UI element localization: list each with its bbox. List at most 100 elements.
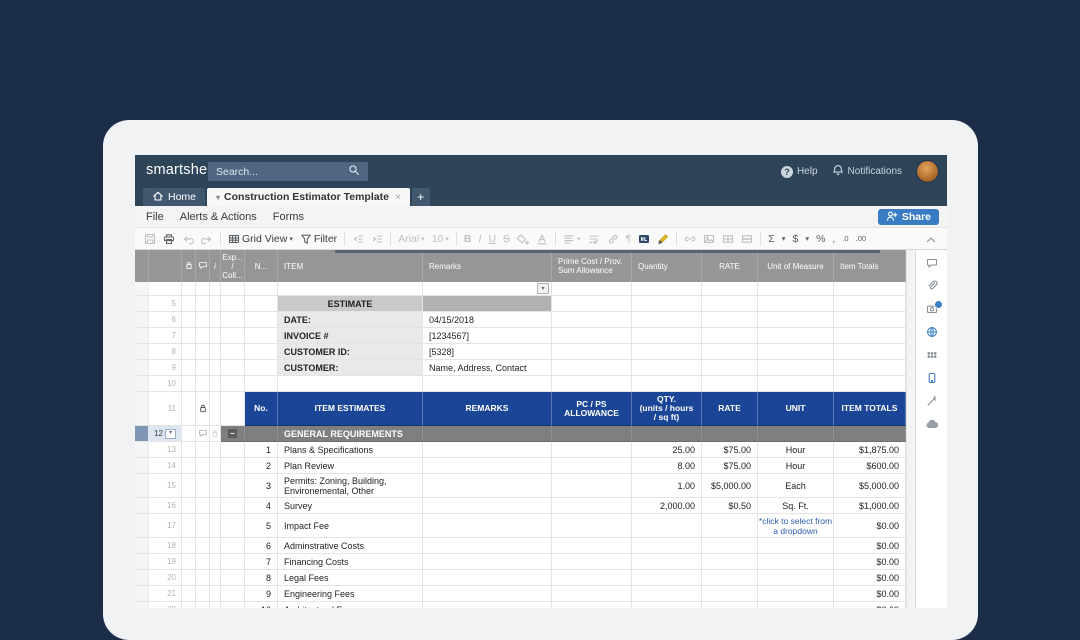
cell-remarks[interactable]: Name, Address, Contact [423, 360, 552, 376]
cell-rate[interactable] [702, 296, 758, 312]
toolbar-text-10-button[interactable]: 10▾ [432, 233, 449, 245]
cell-pcps[interactable] [552, 602, 632, 608]
row-number[interactable]: 22 [149, 602, 182, 608]
cell-no[interactable]: 6 [245, 538, 278, 554]
cell-lock[interactable] [182, 344, 196, 360]
row-number[interactable]: 19 [149, 554, 182, 570]
cell-item[interactable]: DATE: [278, 312, 423, 328]
cell-rate[interactable] [702, 554, 758, 570]
cell-no[interactable] [245, 376, 278, 392]
cell-remarks[interactable] [423, 570, 552, 586]
column-header-pcps[interactable]: Prime Cost / Prov. Sum Allowance [552, 250, 632, 282]
row-select-gutter[interactable] [135, 570, 149, 586]
toolbar-format-icon[interactable] [638, 233, 650, 245]
cell-no[interactable] [245, 282, 278, 296]
row-number[interactable]: 12▾ [149, 426, 182, 442]
cell-remarks[interactable] [423, 442, 552, 458]
column-header-unit[interactable]: Unit of Measure [758, 250, 834, 282]
toolbar-text-.00-button[interactable]: .00 [856, 234, 866, 243]
cell-comment[interactable] [196, 570, 210, 586]
cell-totals[interactable] [834, 296, 906, 312]
cell-info[interactable] [210, 296, 221, 312]
toolbar-save-icon[interactable] [144, 233, 156, 245]
cell-totals[interactable]: $0.00 [834, 570, 906, 586]
menu-alerts-actions[interactable]: Alerts & Actions [180, 211, 257, 223]
section-cell-unit[interactable] [758, 426, 834, 442]
cell-lock[interactable] [182, 474, 196, 498]
menu-forms[interactable]: Forms [273, 211, 304, 223]
cell-unit[interactable] [758, 282, 834, 296]
cell-rate[interactable] [702, 538, 758, 554]
cell-lock[interactable] [182, 602, 196, 608]
cell-totals[interactable] [834, 376, 906, 392]
toolbar-paint-icon[interactable] [517, 233, 529, 245]
cell-pcps[interactable] [552, 586, 632, 602]
search-icon[interactable] [348, 163, 360, 181]
toolbar-fontcolor-icon[interactable] [536, 233, 548, 245]
row-number[interactable]: 15 [149, 474, 182, 498]
column-header-qty[interactable]: Quantity [632, 250, 702, 282]
cell-qty[interactable] [632, 312, 702, 328]
cell-unit[interactable] [758, 344, 834, 360]
cell-qty[interactable] [632, 282, 702, 296]
cell-item[interactable]: Architectural Fees [278, 602, 423, 608]
cell-item[interactable]: Financing Costs [278, 554, 423, 570]
toolbar-text-¶-button[interactable]: ¶ [626, 233, 632, 245]
cell-remarks[interactable] [423, 554, 552, 570]
section-cell-remarks[interactable] [423, 426, 552, 442]
toolbar-text-U-button[interactable]: U [488, 233, 496, 245]
header-cell-rate[interactable]: RATE [702, 392, 758, 426]
row-select-gutter[interactable] [135, 554, 149, 570]
row-select-gutter[interactable] [135, 426, 149, 442]
cell-pcps[interactable] [552, 474, 632, 498]
integrations-icon[interactable] [925, 395, 939, 407]
cell-qty[interactable]: 2,000.00 [632, 498, 702, 514]
cell-comment[interactable] [196, 360, 210, 376]
cell-qty[interactable] [632, 514, 702, 538]
row-select-gutter[interactable] [135, 498, 149, 514]
cell-comment[interactable] [196, 602, 210, 608]
cell-comment[interactable] [196, 296, 210, 312]
toolbar-text-I-button[interactable]: I [479, 233, 482, 245]
cell-unit[interactable] [758, 586, 834, 602]
column-header-expcoll[interactable]: Exp... / Coll... [221, 250, 245, 282]
cell-info[interactable] [210, 312, 221, 328]
row-menu-icon[interactable]: ▾ [165, 429, 176, 439]
cell-rate[interactable] [702, 312, 758, 328]
header-cell-remarks[interactable]: REMARKS [423, 392, 552, 426]
cell-remarks[interactable] [423, 458, 552, 474]
cell-comment[interactable] [196, 426, 210, 442]
cell-expand-collapse[interactable] [221, 554, 245, 570]
tab-close-icon[interactable]: × [395, 192, 401, 203]
toolbar-attach-icon[interactable] [607, 233, 619, 245]
cell-comment[interactable] [196, 312, 210, 328]
cell-pcps[interactable] [552, 458, 632, 474]
cell-expand-collapse[interactable] [221, 458, 245, 474]
cell-info[interactable] [210, 442, 221, 458]
column-header-gutter[interactable] [135, 250, 149, 282]
cell-expand-collapse[interactable] [221, 570, 245, 586]
row-select-gutter[interactable] [135, 602, 149, 608]
toolbar-text-%-button[interactable]: % [816, 233, 825, 245]
cell-expand-collapse[interactable]: − [221, 426, 245, 442]
cell-unit[interactable]: Hour [758, 458, 834, 474]
cell-comment[interactable] [196, 458, 210, 474]
row-select-gutter[interactable] [135, 458, 149, 474]
cell-remarks[interactable] [423, 376, 552, 392]
cell-rate[interactable] [702, 282, 758, 296]
section-cell-qty[interactable] [632, 426, 702, 442]
cell-lock[interactable] [182, 426, 196, 442]
toolbar-outdent-icon[interactable] [352, 233, 364, 245]
cell-qty[interactable] [632, 570, 702, 586]
cell-qty[interactable] [632, 586, 702, 602]
cell-no[interactable]: 3 [245, 474, 278, 498]
cell-remarks[interactable] [423, 296, 552, 312]
cell-lock[interactable] [182, 458, 196, 474]
cell-no[interactable] [245, 312, 278, 328]
cell-info[interactable] [210, 554, 221, 570]
cell-no[interactable] [245, 328, 278, 344]
cell-totals[interactable]: $5,000.00 [834, 474, 906, 498]
toolbar-image-icon[interactable] [703, 233, 715, 245]
cell-unit[interactable] [758, 328, 834, 344]
cell-remarks[interactable] [423, 474, 552, 498]
